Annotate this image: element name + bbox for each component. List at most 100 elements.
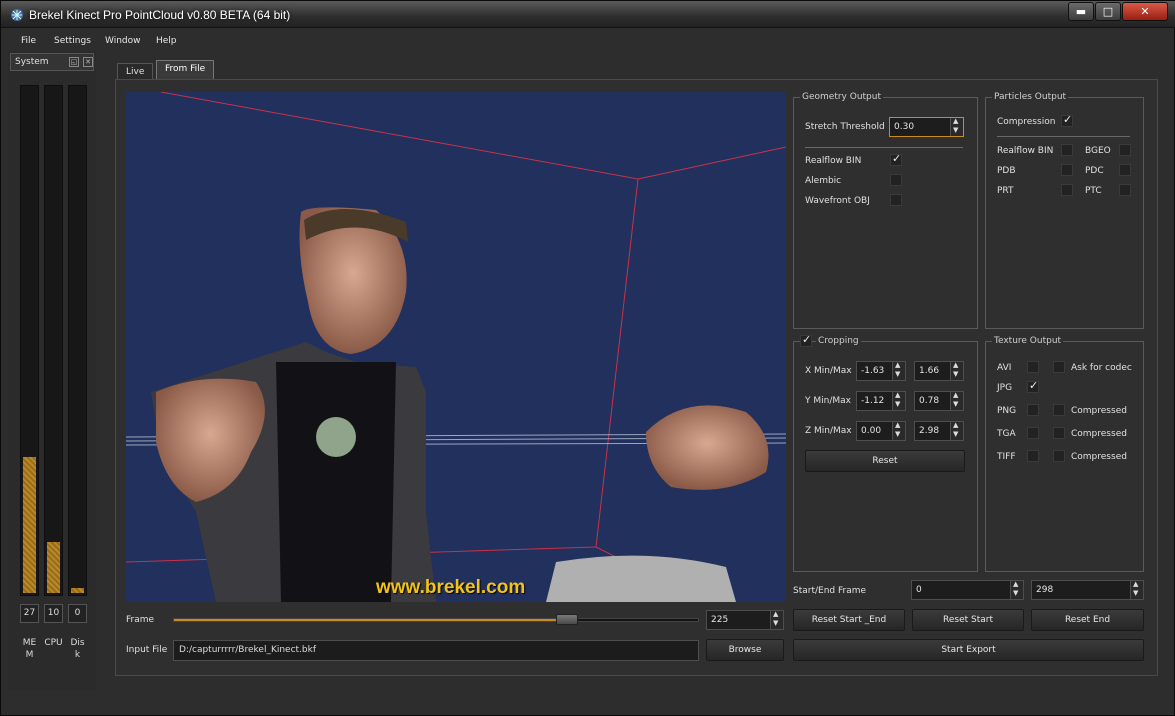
spin-arrows-icon[interactable]: [950, 117, 963, 136]
x-min-spinbox[interactable]: -1.63: [856, 361, 906, 381]
spin-arrows-icon[interactable]: [892, 421, 905, 440]
crop-reset-button[interactable]: Reset: [805, 450, 965, 472]
minimize-button[interactable]: ▬: [1068, 2, 1094, 21]
x-min-value: -1.63: [861, 366, 885, 376]
reset-start-end-button[interactable]: Reset Start _End: [793, 609, 905, 631]
pdb-label: PDB: [997, 166, 1016, 176]
tiff-compressed-checkbox[interactable]: [1053, 450, 1065, 462]
stretch-threshold-spinbox[interactable]: 0.30: [889, 117, 964, 137]
spin-arrows-icon[interactable]: [770, 610, 783, 629]
avi-checkbox[interactable]: [1027, 361, 1039, 373]
png-checkbox[interactable]: [1027, 404, 1039, 416]
mem-meter-fill: [23, 457, 36, 593]
system-panel-header: System ◱ ✕: [10, 53, 94, 71]
jpg-checkbox[interactable]: [1027, 379, 1039, 393]
disk-value: 0: [68, 604, 87, 623]
y-max-spinbox[interactable]: 0.78: [914, 391, 964, 411]
end-frame-spinbox[interactable]: 298: [1031, 580, 1144, 600]
close-panel-icon[interactable]: ✕: [83, 57, 93, 67]
browse-button[interactable]: Browse: [706, 639, 784, 661]
bgeo-checkbox[interactable]: [1119, 144, 1131, 156]
start-end-frame-label: Start/End Frame: [793, 586, 867, 596]
frame-slider-handle[interactable]: [556, 614, 578, 625]
ptc-label: PTC: [1085, 186, 1102, 196]
tga-compressed-checkbox[interactable]: [1053, 427, 1065, 439]
frame-slider[interactable]: [173, 614, 699, 625]
input-file-field[interactable]: D:/capturrrrr/Brekel_Kinect.bkf: [173, 640, 699, 661]
stretch-threshold-label: Stretch Threshold: [805, 122, 885, 132]
x-minmax-label: X Min/Max: [805, 366, 852, 376]
png-compressed-checkbox[interactable]: [1053, 404, 1065, 416]
particles-realflow-bin-checkbox[interactable]: [1061, 144, 1073, 156]
float-icon[interactable]: ◱: [69, 57, 79, 67]
z-max-spinbox[interactable]: 2.98: [914, 421, 964, 441]
spin-arrows-icon[interactable]: [1130, 580, 1143, 599]
tiff-label: TIFF: [997, 452, 1016, 462]
disk-label: Disk: [70, 638, 85, 660]
start-frame-spinbox[interactable]: 0: [911, 580, 1024, 600]
jpg-label: JPG: [997, 383, 1013, 393]
window-title: Brekel Kinect Pro PointCloud v0.80 BETA …: [29, 8, 291, 22]
frame-value: 225: [711, 615, 729, 625]
start-export-button[interactable]: Start Export: [793, 639, 1144, 661]
tiff-compressed-label: Compressed: [1071, 452, 1127, 462]
menu-file[interactable]: File: [21, 36, 36, 46]
point-cloud-viewport[interactable]: www.brekel.com: [126, 92, 786, 602]
frame-slider-fill: [174, 619, 567, 621]
x-max-spinbox[interactable]: 1.66: [914, 361, 964, 381]
prt-checkbox[interactable]: [1061, 184, 1073, 196]
ptc-checkbox[interactable]: [1119, 184, 1131, 196]
wavefront-obj-label: Wavefront OBJ: [805, 196, 870, 206]
cpu-meter-fill: [47, 542, 60, 593]
tab-from-file[interactable]: From File: [156, 60, 215, 81]
app-logo-icon: [11, 9, 23, 21]
particles-realflow-bin-label: Realflow BIN: [997, 146, 1054, 156]
spin-arrows-icon[interactable]: [950, 421, 963, 440]
disk-meter-fill: [71, 588, 84, 593]
reset-start-button[interactable]: Reset Start: [912, 609, 1024, 631]
ask-codec-checkbox[interactable]: [1053, 361, 1065, 373]
spin-arrows-icon[interactable]: [892, 391, 905, 410]
cpu-value: 10: [44, 604, 63, 623]
tiff-checkbox[interactable]: [1027, 450, 1039, 462]
spin-arrows-icon[interactable]: [1010, 580, 1023, 599]
z-min-spinbox[interactable]: 0.00: [856, 421, 906, 441]
spin-arrows-icon[interactable]: [892, 361, 905, 380]
cropping-enable-checkbox[interactable]: [800, 333, 812, 347]
alembic-checkbox[interactable]: [890, 174, 902, 186]
wavefront-obj-checkbox[interactable]: [890, 194, 902, 206]
pdc-checkbox[interactable]: [1119, 164, 1131, 176]
particles-output-title: Particles Output: [992, 92, 1069, 102]
menu-help[interactable]: Help: [156, 36, 177, 46]
divider: [805, 147, 963, 148]
pdb-checkbox[interactable]: [1061, 164, 1073, 176]
maximize-button[interactable]: □: [1095, 2, 1121, 21]
tga-compressed-label: Compressed: [1071, 429, 1127, 439]
mem-value: 27: [20, 604, 39, 623]
start-frame-value: 0: [916, 585, 922, 595]
prt-label: PRT: [997, 186, 1014, 196]
reset-end-button[interactable]: Reset End: [1031, 609, 1144, 631]
stretch-threshold-value: 0.30: [894, 122, 915, 132]
close-button[interactable]: ✕: [1122, 2, 1168, 21]
menu-window[interactable]: Window: [105, 36, 141, 46]
avi-label: AVI: [997, 363, 1012, 373]
png-label: PNG: [997, 406, 1017, 416]
frame-spinbox[interactable]: 225: [706, 610, 784, 630]
cropping-title: Cropping: [816, 336, 861, 346]
y-min-spinbox[interactable]: -1.12: [856, 391, 906, 411]
y-min-value: -1.12: [861, 396, 885, 406]
point-cloud-render: [126, 92, 786, 602]
realflow-bin-label: Realflow BIN: [805, 156, 862, 166]
menu-settings[interactable]: Settings: [54, 36, 91, 46]
ask-codec-label: Ask for codec: [1071, 363, 1132, 373]
title-bar[interactable]: Brekel Kinect Pro PointCloud v0.80 BETA …: [1, 1, 1175, 28]
compression-checkbox[interactable]: [1061, 113, 1073, 127]
spin-arrows-icon[interactable]: [950, 391, 963, 410]
tga-checkbox[interactable]: [1027, 427, 1039, 439]
realflow-bin-checkbox[interactable]: [890, 152, 902, 166]
bgeo-label: BGEO: [1085, 146, 1111, 156]
particles-output-group: Particles Output: [985, 92, 1144, 329]
pdc-label: PDC: [1085, 166, 1104, 176]
spin-arrows-icon[interactable]: [950, 361, 963, 380]
